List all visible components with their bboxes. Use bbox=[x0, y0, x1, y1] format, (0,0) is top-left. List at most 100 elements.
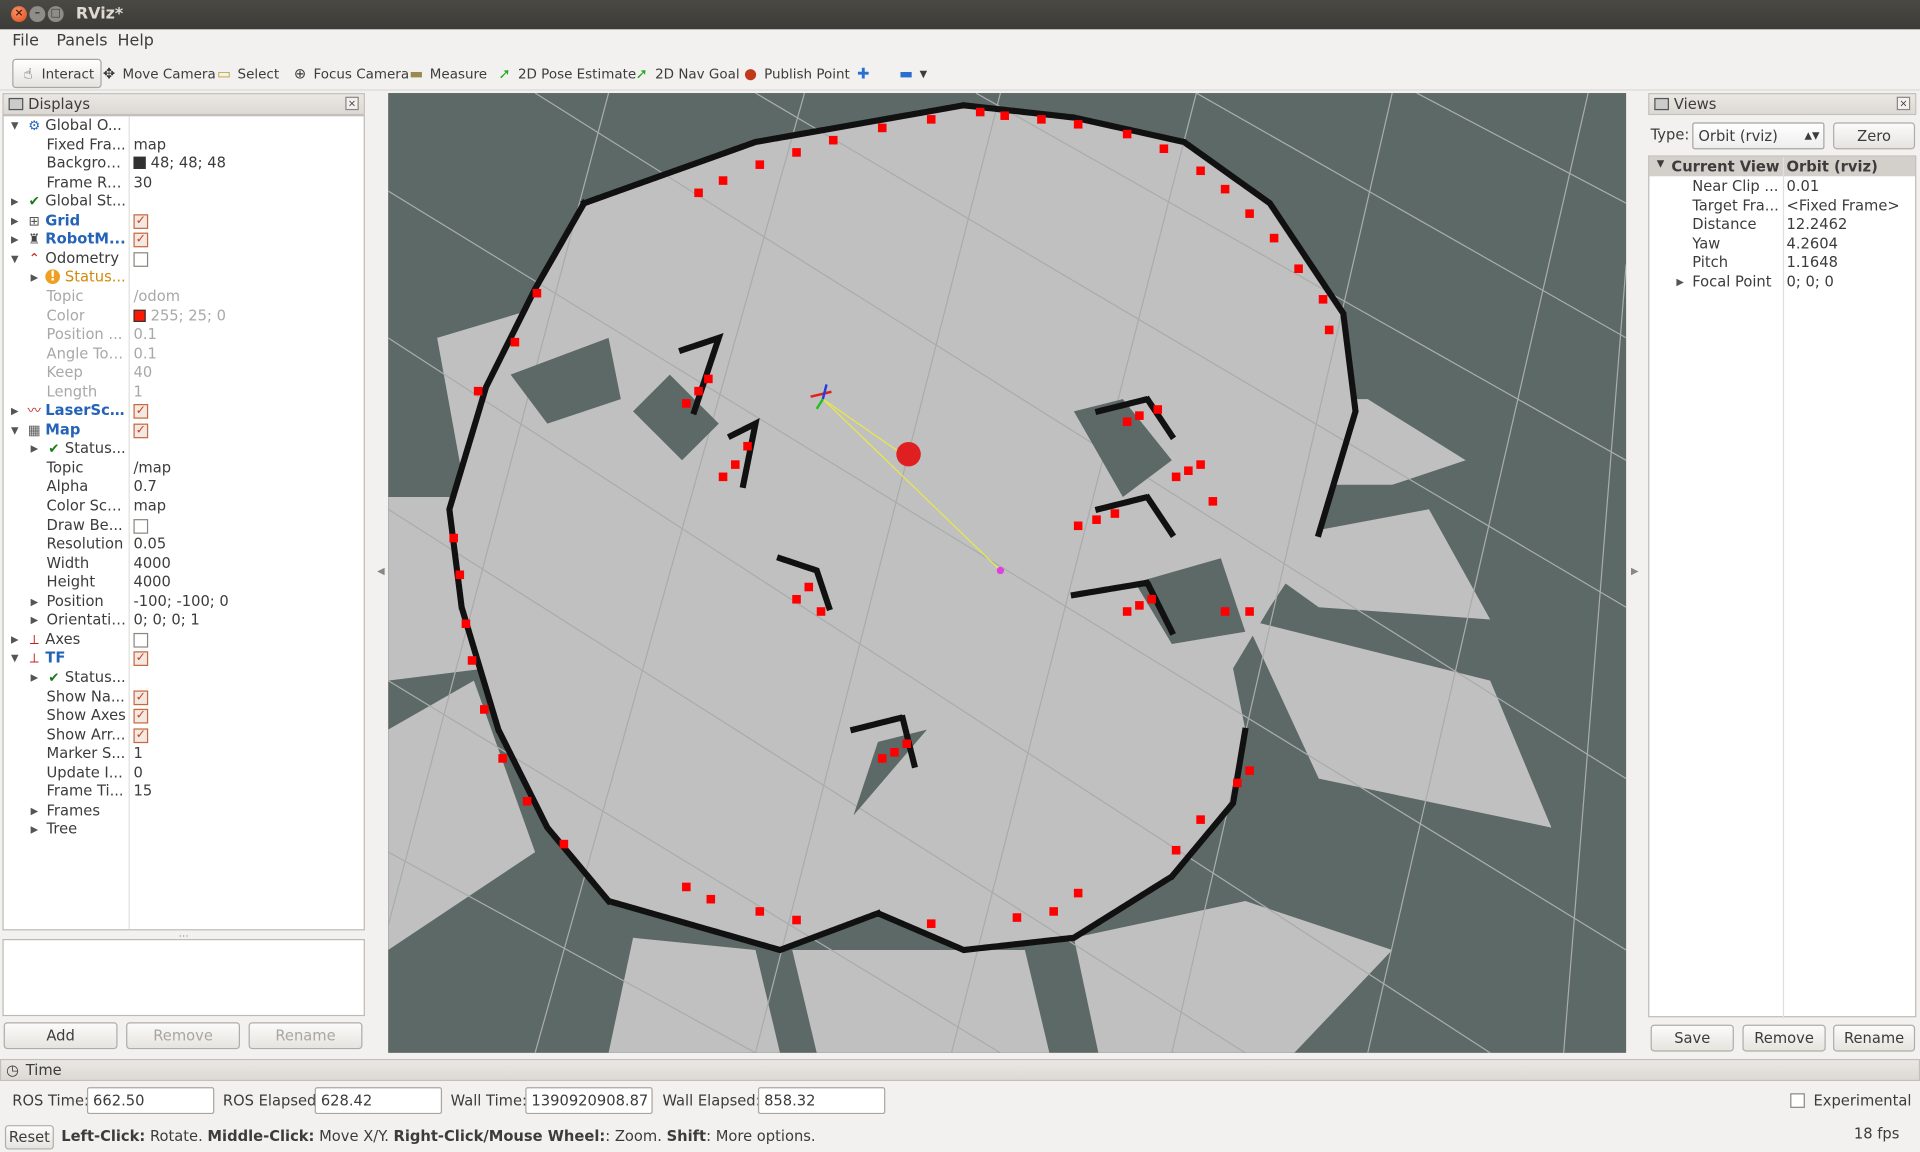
chevron-right-icon[interactable]: ▶ bbox=[1676, 272, 1684, 290]
rename-display-button[interactable]: Rename bbox=[248, 1022, 363, 1050]
display-row[interactable]: Marker S... 1 bbox=[4, 745, 364, 764]
display-row[interactable]: Show Axes ✓ bbox=[4, 706, 364, 725]
display-row-value-cell[interactable]: 4000 bbox=[133, 573, 170, 591]
display-row[interactable]: Show Arr... ✓ bbox=[4, 725, 364, 744]
ros-elapsed-field[interactable]: 628.42 bbox=[314, 1087, 443, 1115]
display-row[interactable]: Length 1 bbox=[4, 383, 364, 402]
chevron-right-icon[interactable]: ▶ bbox=[31, 821, 39, 839]
view-property-row[interactable]: ▶ Focal Point 0; 0; 0 bbox=[1649, 272, 1915, 291]
display-row[interactable]: Width 4000 bbox=[4, 554, 364, 573]
display-row[interactable]: Angle Tol... 0.1 bbox=[4, 345, 364, 364]
select-tool-button[interactable]: ▭ Select bbox=[216, 59, 279, 88]
add-tool-button[interactable]: ✚ bbox=[855, 59, 877, 88]
chevron-down-icon[interactable]: ▼ bbox=[11, 421, 19, 439]
display-row[interactable]: Draw Be... bbox=[4, 516, 364, 535]
view-property-row[interactable]: Distance 12.2462 bbox=[1649, 215, 1915, 234]
chevron-right-icon[interactable]: ▶ bbox=[31, 668, 39, 686]
display-row-value-cell[interactable]: 0 bbox=[133, 764, 142, 782]
chevron-right-icon[interactable]: ▶ bbox=[31, 269, 39, 287]
display-row[interactable]: Topic/odom bbox=[4, 288, 364, 307]
view-property-value[interactable]: 4.2604 bbox=[1787, 234, 1838, 252]
chevron-right-icon[interactable]: ▶ bbox=[31, 611, 39, 629]
display-row[interactable]: Height 4000 bbox=[4, 573, 364, 592]
display-row-value-cell[interactable]: 0.05 bbox=[133, 535, 166, 553]
display-enabled-checkbox[interactable] bbox=[133, 518, 149, 534]
view-type-select[interactable]: Orbit (rviz) ▲▼ bbox=[1692, 122, 1825, 150]
display-row-value[interactable]: 15 bbox=[133, 783, 152, 800]
display-row-value[interactable]: 0; 0; 0; 1 bbox=[133, 611, 199, 628]
display-row[interactable]: ▶ Position -100; -100; 0 bbox=[4, 592, 364, 611]
view-property-row[interactable]: Yaw 4.2604 bbox=[1649, 234, 1915, 253]
display-enabled-checkbox[interactable]: ✓ bbox=[133, 423, 149, 439]
save-view-button[interactable]: Save bbox=[1650, 1024, 1734, 1052]
chevron-right-icon[interactable]: ▶ bbox=[11, 192, 19, 210]
display-row-value[interactable]: 48; 48; 48 bbox=[151, 154, 226, 171]
display-row-value-cell[interactable]: 1 bbox=[133, 383, 142, 401]
display-row[interactable]: ▼ ⚙ Global O... bbox=[4, 116, 364, 135]
display-row-value[interactable]: map bbox=[133, 135, 166, 152]
zero-button[interactable]: Zero bbox=[1833, 122, 1916, 150]
chevron-right-icon[interactable]: ▶ bbox=[11, 231, 19, 249]
chevron-right-icon[interactable]: ▶ bbox=[31, 802, 39, 820]
display-row-value[interactable]: /map bbox=[133, 459, 171, 476]
nav-goal-tool-button[interactable]: ➚ 2D Nav Goal bbox=[633, 59, 739, 88]
chevron-down-icon[interactable]: ▼ bbox=[11, 116, 19, 134]
display-row[interactable]: Fixed Fra... map bbox=[4, 135, 364, 154]
view-property-value[interactable]: <Fixed Frame> bbox=[1787, 196, 1900, 214]
display-row-value[interactable]: -100; -100; 0 bbox=[133, 592, 228, 609]
interact-tool-button[interactable]: ☝ Interact bbox=[12, 58, 102, 89]
menu-help[interactable]: Help bbox=[118, 32, 154, 50]
view-property-row[interactable]: Pitch 1.1648 bbox=[1649, 253, 1915, 272]
display-row[interactable]: Topic/map bbox=[4, 459, 364, 478]
display-enabled-checkbox[interactable]: ✓ bbox=[133, 689, 149, 705]
display-row[interactable]: ▶ ✔ Status... bbox=[4, 668, 364, 687]
display-row-value[interactable]: 4000 bbox=[133, 554, 170, 571]
view-property-row[interactable]: Near Clip ... 0.01 bbox=[1649, 178, 1915, 197]
display-row-value-cell[interactable]: 48; 48; 48 bbox=[133, 154, 226, 172]
display-row[interactable]: Color Sch... map bbox=[4, 497, 364, 516]
display-row-value-cell[interactable]: 0; 0; 0; 1 bbox=[133, 611, 199, 629]
focus-camera-tool-button[interactable]: ⊕ Focus Camera bbox=[291, 59, 409, 88]
display-row-value-cell[interactable]: 0.1 bbox=[133, 345, 156, 363]
display-row[interactable]: ▶ ✔ Status... bbox=[4, 440, 364, 459]
display-row-value[interactable]: 255; 25; 0 bbox=[151, 307, 226, 324]
display-row[interactable]: ▶ ✔ Global St... bbox=[4, 192, 364, 211]
display-row-value-cell[interactable]: map bbox=[133, 497, 166, 515]
display-enabled-checkbox[interactable]: ✓ bbox=[133, 651, 149, 667]
reset-button[interactable]: Reset bbox=[4, 1125, 54, 1150]
display-row-value[interactable]: /odom bbox=[133, 288, 180, 305]
close-window-icon[interactable]: × bbox=[11, 6, 27, 23]
display-row[interactable]: ▼ ▦ Map ✓ bbox=[4, 421, 364, 440]
display-row-value-cell[interactable]: /odom bbox=[133, 288, 180, 306]
chevron-right-icon[interactable]: ▶ bbox=[31, 440, 39, 458]
display-row-value-cell[interactable]: 40 bbox=[133, 364, 152, 382]
remove-display-button[interactable]: Remove bbox=[126, 1022, 241, 1050]
display-row-value[interactable]: 0.05 bbox=[133, 535, 166, 552]
display-row-value[interactable]: 40 bbox=[133, 364, 152, 381]
display-row-value-cell[interactable]: 0.1 bbox=[133, 326, 156, 344]
display-row[interactable]: ▶ Orientation 0; 0; 0; 1 bbox=[4, 611, 364, 630]
display-enabled-checkbox[interactable]: ✓ bbox=[133, 213, 149, 229]
chevron-right-icon[interactable]: ▶ bbox=[11, 211, 19, 229]
display-row[interactable]: Resolution 0.05 bbox=[4, 535, 364, 554]
display-enabled-checkbox[interactable]: ✓ bbox=[133, 727, 149, 743]
display-row[interactable]: Color 255; 25; 0 bbox=[4, 307, 364, 326]
menu-file[interactable]: File bbox=[12, 32, 39, 50]
add-display-button[interactable]: Add bbox=[3, 1022, 118, 1050]
wall-elapsed-field[interactable]: 858.32 bbox=[757, 1087, 886, 1115]
display-row[interactable]: ▶ ♜ RobotM... ✓ bbox=[4, 231, 364, 250]
display-enabled-checkbox[interactable]: ✓ bbox=[133, 708, 149, 724]
display-row-value[interactable]: 1 bbox=[133, 745, 142, 762]
display-row-value[interactable]: map bbox=[133, 497, 166, 514]
display-row-value-cell[interactable]: 0.7 bbox=[133, 478, 156, 496]
display-row-value[interactable]: 0.7 bbox=[133, 478, 156, 495]
chevron-down-icon[interactable]: ▼ bbox=[11, 250, 19, 268]
display-enabled-checkbox[interactable] bbox=[133, 632, 149, 648]
display-row[interactable]: Backgrou... 48; 48; 48 bbox=[4, 154, 364, 173]
view-property-value[interactable]: 0; 0; 0 bbox=[1787, 272, 1834, 290]
chevron-right-icon[interactable]: ▶ bbox=[11, 402, 19, 420]
display-row-value-cell[interactable]: 255; 25; 0 bbox=[133, 307, 226, 325]
display-row[interactable]: ▶ 〰 LaserScan ✓ bbox=[4, 402, 364, 421]
display-row[interactable]: ▶! Status... bbox=[4, 269, 364, 288]
publish-point-tool-button[interactable]: ● Publish Point bbox=[742, 59, 850, 88]
